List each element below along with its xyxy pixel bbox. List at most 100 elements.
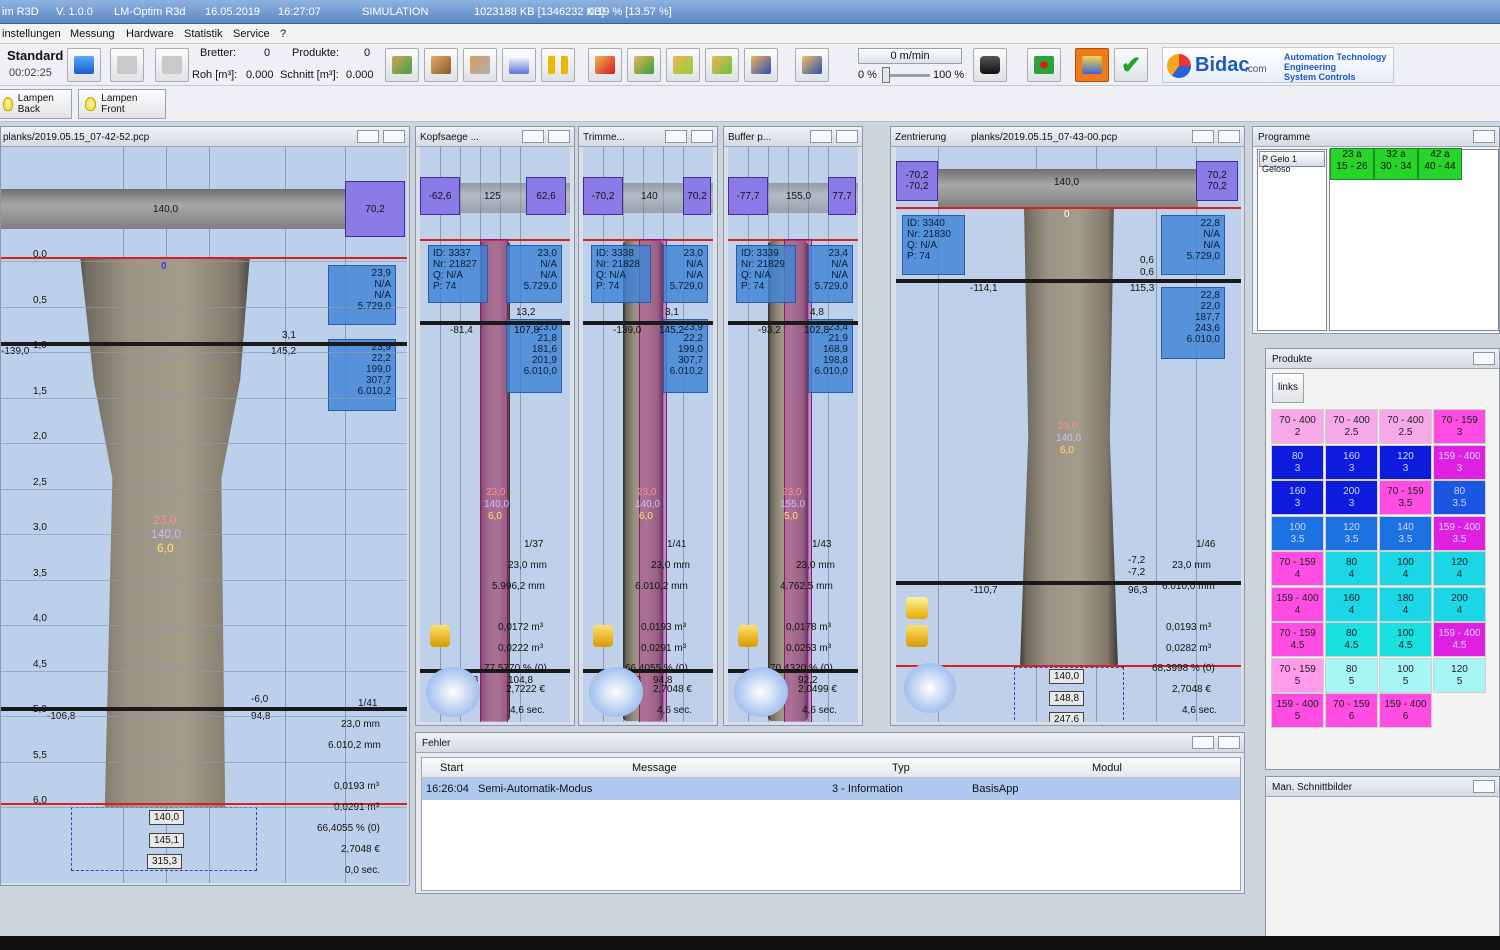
menu-hardware[interactable]: Hardware — [126, 28, 174, 40]
product-cell[interactable]: 100 4.5 — [1379, 622, 1432, 657]
product-cell[interactable]: 80 4 — [1325, 551, 1378, 586]
product-cell[interactable]: 160 3 — [1325, 444, 1378, 480]
product-cell[interactable]: 80 3.5 — [1433, 480, 1486, 515]
maximize-button[interactable] — [1218, 130, 1240, 143]
product-cell[interactable]: 70 - 159 5 — [1271, 657, 1324, 693]
product-cell[interactable]: 70 - 159 3 — [1433, 409, 1486, 444]
product-thickness: 5 — [1402, 675, 1409, 687]
mm1: 23,0 mm — [651, 560, 690, 571]
maximize-button[interactable] — [691, 130, 713, 143]
maximize-button[interactable] — [1218, 736, 1240, 749]
product-cell[interactable]: 120 5 — [1433, 657, 1486, 693]
product-cell[interactable]: 70 - 400 2.5 — [1325, 409, 1378, 444]
programme-group-3[interactable]: 42 a 40 - 44 — [1418, 148, 1462, 180]
product-cell[interactable]: 120 3 — [1379, 444, 1432, 480]
menu-help[interactable]: ? — [280, 28, 286, 40]
menu-messung[interactable]: Messung — [70, 28, 115, 40]
plank-grid-button[interactable] — [463, 48, 497, 82]
group-3-b: 40 - 44 — [1424, 161, 1456, 172]
table-row[interactable]: 16:26:04 Semi-Automatik-Modus 3 - Inform… — [422, 778, 1240, 800]
product-range: 140 — [1397, 521, 1414, 533]
lr-rotate-icon[interactable] — [426, 667, 480, 717]
product-cell[interactable]: 80 3 — [1271, 444, 1324, 480]
minimize-button[interactable] — [1473, 130, 1495, 143]
maximize-button[interactable] — [548, 130, 570, 143]
minimize-button[interactable] — [522, 130, 544, 143]
product-cell[interactable]: 70 - 159 6 — [1325, 693, 1378, 728]
minimize-button[interactable] — [357, 130, 379, 143]
product-cell[interactable]: 120 3.5 — [1325, 515, 1378, 551]
product-cell[interactable]: 70 - 159 4.5 — [1271, 622, 1324, 657]
user-settings-button[interactable] — [110, 48, 144, 82]
fehler-title: Fehler — [422, 738, 451, 749]
product-cell[interactable]: 160 3 — [1271, 480, 1324, 515]
mm2: 6.010,2 mm — [635, 581, 688, 592]
minimize-button[interactable] — [1473, 780, 1495, 793]
delete-plank-button[interactable] — [588, 48, 622, 82]
programme-group-1[interactable]: 23 a 15 - 26 — [1330, 148, 1374, 180]
product-cell[interactable]: 159 - 400 5 — [1271, 693, 1324, 728]
lamp-back-button[interactable]: Lampen Back — [0, 89, 72, 119]
camera-button[interactable] — [973, 48, 1007, 82]
col-modul[interactable]: Modul — [1092, 762, 1122, 774]
lr-rotate-icon[interactable] — [589, 667, 643, 717]
product-cell[interactable]: 70 - 400 2.5 — [1379, 409, 1432, 444]
recycle-button[interactable] — [1027, 48, 1061, 82]
product-cell[interactable]: 159 - 400 4 — [1271, 586, 1324, 622]
produkte-panel: Produkte links 70 - 400 2 70 - 400 2.5 70 - … — [1265, 348, 1500, 770]
product-cell[interactable]: 140 3.5 — [1379, 515, 1432, 551]
product-cell[interactable]: 100 3.5 — [1271, 515, 1324, 551]
product-cell[interactable]: 100 4 — [1379, 551, 1432, 586]
minimize-button[interactable] — [810, 130, 832, 143]
print-button[interactable] — [502, 48, 536, 82]
product-cell[interactable]: 200 4 — [1433, 586, 1486, 622]
plank-button[interactable] — [424, 48, 458, 82]
links-button[interactable]: links — [1272, 373, 1304, 403]
product-cell[interactable]: 120 4 — [1433, 551, 1486, 586]
col-typ[interactable]: Typ — [892, 762, 910, 774]
minimize-button[interactable] — [665, 130, 687, 143]
bretter-value: 0 — [264, 47, 271, 59]
lamp-front-button[interactable]: Lampen Front — [78, 89, 166, 119]
user-button[interactable] — [67, 48, 101, 82]
load-plank-button[interactable] — [385, 48, 419, 82]
maximize-button[interactable] — [836, 130, 858, 143]
refresh-plank-button[interactable] — [627, 48, 661, 82]
confirm-button[interactable]: ✔ — [1114, 48, 1148, 82]
tools-button[interactable] — [1075, 48, 1109, 82]
product-cell[interactable]: 80 5 — [1325, 657, 1378, 693]
pause-button[interactable] — [541, 48, 575, 82]
minimize-button[interactable] — [1192, 736, 1214, 749]
product-cell[interactable]: 80 4.5 — [1325, 622, 1378, 657]
menu-statistik[interactable]: Statistik — [184, 28, 223, 40]
product-cell[interactable]: 159 - 400 6 — [1379, 693, 1432, 728]
speed-slider-thumb[interactable] — [882, 67, 890, 83]
centering-pipe — [938, 169, 1198, 209]
lr-rotate-icon[interactable] — [734, 667, 788, 717]
product-cell[interactable]: 70 - 400 2 — [1271, 409, 1324, 444]
menu-service[interactable]: Service — [233, 28, 270, 40]
programme-item[interactable]: P Gelo 1 Geloso — [1259, 151, 1325, 174]
product-cell[interactable]: 100 5 — [1379, 657, 1432, 693]
plank-stack-button[interactable] — [705, 48, 739, 82]
programme-group-2[interactable]: 32 a 30 - 34 — [1374, 148, 1418, 180]
col-message[interactable]: Message — [632, 762, 677, 774]
product-cell[interactable]: 160 4 — [1325, 586, 1378, 622]
stack-save-button[interactable] — [795, 48, 829, 82]
minimize-button[interactable] — [1192, 130, 1214, 143]
user-admin-button[interactable] — [155, 48, 189, 82]
product-cell[interactable]: 70 - 159 3.5 — [1379, 480, 1432, 515]
lr-rotate-icon[interactable] — [904, 663, 956, 713]
product-cell[interactable]: 180 4 — [1379, 586, 1432, 622]
product-cell[interactable]: 200 3 — [1325, 480, 1378, 515]
plank-up-button[interactable] — [666, 48, 700, 82]
product-cell[interactable]: 159 - 400 3.5 — [1433, 515, 1486, 551]
product-cell[interactable]: 159 - 400 3 — [1433, 444, 1486, 480]
col-start[interactable]: Start — [440, 762, 463, 774]
minimize-button[interactable] — [1473, 352, 1495, 365]
maximize-button[interactable] — [383, 130, 405, 143]
product-cell[interactable]: 70 - 159 4 — [1271, 551, 1324, 586]
plank-save-button[interactable] — [744, 48, 778, 82]
product-cell[interactable]: 159 - 400 4.5 — [1433, 622, 1486, 657]
menu-einstellungen[interactable]: instellungen — [2, 28, 61, 40]
